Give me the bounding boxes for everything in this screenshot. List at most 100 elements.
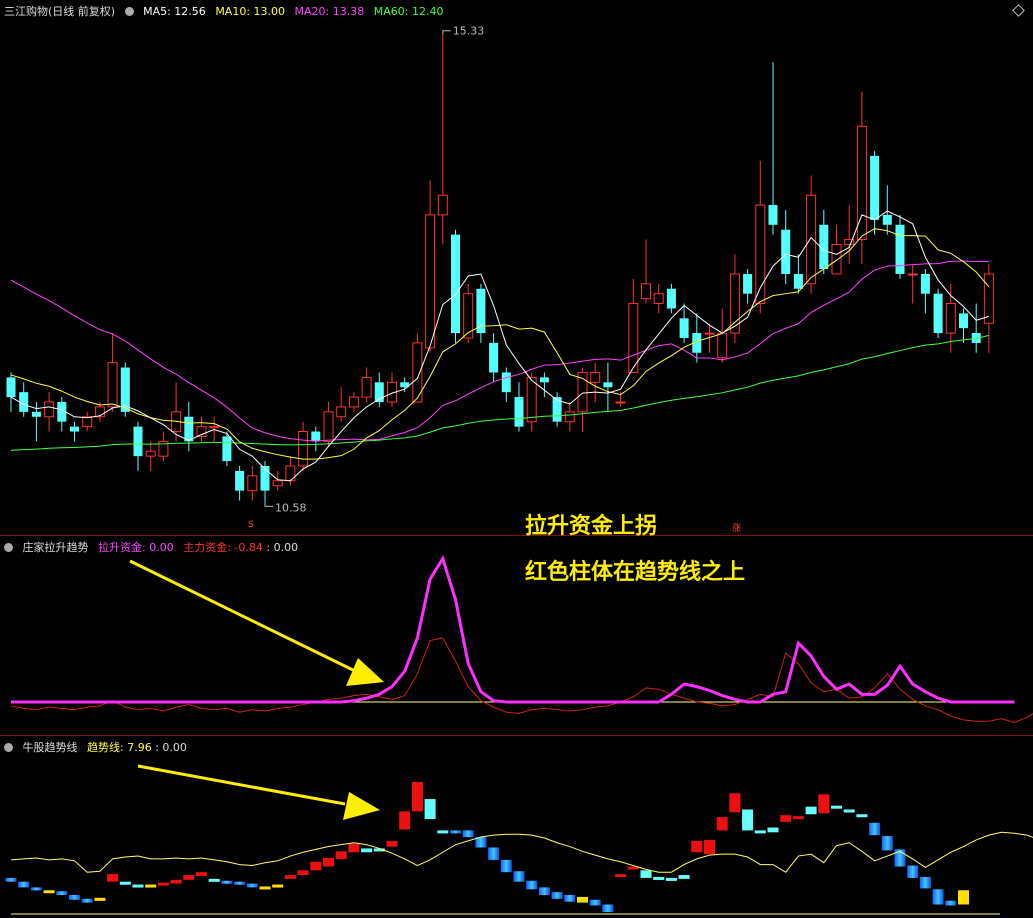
candle-body: [514, 397, 524, 427]
candle-body: [6, 377, 16, 398]
candle-body: [285, 465, 296, 482]
trend-bar: [30, 887, 42, 891]
candle-body: [959, 313, 968, 329]
trend-bar: [18, 881, 30, 888]
low-pointer: [264, 502, 273, 507]
trend-bar: [869, 822, 881, 836]
candlestick-chart[interactable]: 15.33 10.58: [0, 0, 1033, 536]
trend-bar: [56, 891, 68, 895]
trend-bar: [792, 816, 804, 820]
trend-bar: [310, 861, 322, 871]
trend-bar: [653, 876, 665, 880]
candle-body: [272, 480, 283, 487]
trend-bar: [81, 898, 93, 903]
trend-line-readout: 趋势线: 7.96: [87, 741, 152, 754]
high-label: 15.33: [453, 25, 485, 38]
trend-bar: [323, 857, 334, 867]
trend-bar: [488, 847, 500, 860]
trend-bar: [132, 884, 144, 888]
price-pane[interactable]: 15.33 10.58 三江购物(日线 前复权) MA5: 12.56 MA10:…: [0, 0, 1033, 539]
candle-body: [907, 273, 918, 276]
ma20-readout: MA20: 13.38: [294, 5, 365, 18]
trend-zero-readout: : 0.00: [155, 741, 187, 754]
lift-funds-readout: 拉升资金: 0.00: [98, 541, 174, 554]
settings-circle-icon[interactable]: [124, 7, 134, 16]
trend-bar: [754, 830, 766, 834]
candle-body: [806, 194, 817, 285]
candle-body: [920, 274, 930, 294]
trend-bar: [577, 896, 588, 903]
candle-body: [323, 411, 334, 442]
trend-chart[interactable]: [0, 736, 1033, 918]
candle-body: [19, 392, 29, 412]
candle-body: [717, 332, 728, 359]
trend-bar: [450, 830, 461, 834]
candle-body: [743, 274, 753, 294]
trend-bar: [894, 849, 906, 867]
low-marker: S: [248, 520, 254, 530]
zero-readout: : 0.00: [266, 541, 299, 554]
trend-bar: [43, 890, 55, 894]
candle-body: [615, 401, 626, 404]
trend-bar: [551, 892, 563, 899]
trend-bar: [932, 889, 944, 905]
rise-marker: 涨: [732, 524, 742, 534]
candle-body: [235, 470, 245, 491]
candle-body: [489, 342, 499, 373]
trend-bar: [665, 877, 677, 881]
trend-bar: [767, 827, 779, 833]
trend-bar: [716, 817, 728, 831]
candle-body: [983, 273, 994, 324]
trend-bar: [272, 884, 284, 888]
candle-body: [336, 406, 347, 418]
trend-bar: [602, 904, 614, 913]
candle-body: [437, 194, 448, 216]
trend-bar: [386, 840, 398, 847]
trend-bar: [5, 877, 17, 882]
candle-body: [133, 426, 143, 457]
low-label: 10.58: [275, 501, 307, 514]
trend-bar: [564, 895, 576, 902]
trend-bar: [856, 814, 868, 818]
lift-funds-chart[interactable]: [0, 536, 1033, 736]
high-pointer: [442, 30, 451, 35]
indicator-pane-lift-funds[interactable]: 庄家拉升趋势 拉升资金: 0.00 主力资金: -0.84 : 0.00 红色柱…: [0, 536, 1033, 736]
ma60-line: [10, 334, 990, 451]
candle-body: [107, 362, 118, 408]
candle-body: [247, 475, 258, 492]
candle-body: [311, 431, 321, 442]
trend-bar: [170, 879, 182, 884]
trend-bar: [119, 881, 131, 885]
ma20-line: [10, 260, 989, 442]
ma60-readout: MA60: 12.40: [373, 5, 444, 18]
candle-body: [895, 224, 905, 274]
candle-body: [603, 382, 613, 388]
trend-bar: [157, 882, 169, 886]
lift-funds-legend: 庄家拉升趋势 拉升资金: 0.00 主力资金: -0.84 : 0.00: [4, 539, 304, 555]
arrow-shaft: [137, 764, 346, 806]
trend-bar: [704, 839, 715, 855]
settings-circle-icon[interactable]: [4, 543, 13, 552]
candle-body: [361, 376, 372, 398]
trend-bar: [183, 875, 195, 880]
trend-bar: [958, 890, 969, 905]
trend-bar: [945, 900, 957, 906]
indicator-pane-trend[interactable]: 牛股趋势线 趋势线: 7.96 : 0.00: [0, 736, 1033, 918]
trend-bar: [107, 874, 119, 882]
settings-circle-icon[interactable]: [4, 743, 13, 752]
lift-funds-line: [11, 555, 1015, 704]
trend-bar: [640, 870, 652, 878]
candle-body: [451, 234, 460, 334]
trend-bar: [399, 811, 411, 830]
candle-body: [298, 431, 309, 467]
arrow-shaft: [129, 559, 356, 673]
candle-body: [768, 205, 778, 225]
trend-bar: [729, 793, 741, 813]
trend-bar: [805, 806, 817, 815]
indicator2-name: 牛股趋势线: [22, 741, 78, 754]
trend-bar: [831, 805, 842, 809]
trend-bar: [208, 878, 220, 882]
ma5-line: [10, 210, 990, 482]
arrow-head: [343, 792, 380, 820]
trend-bar: [907, 865, 919, 878]
